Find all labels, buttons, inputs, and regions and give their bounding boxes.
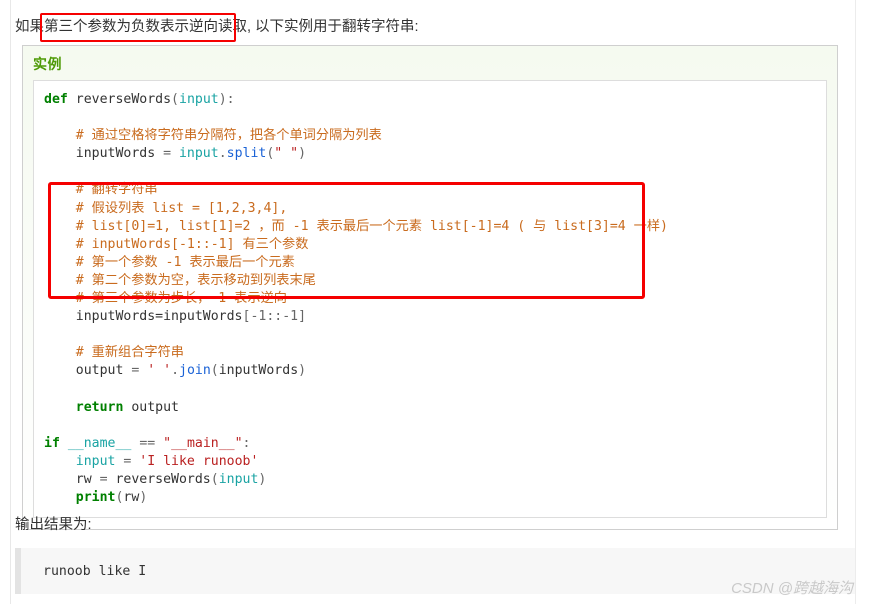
intro-prefix-text: 如果: [15, 19, 44, 35]
example-header-label: 实例: [33, 56, 62, 72]
code-token: =: [131, 363, 148, 379]
output-result-text: runoob like I: [43, 564, 147, 579]
code-token: rw: [44, 471, 100, 487]
code-token: ==: [131, 435, 164, 451]
code-token: input: [179, 92, 219, 107]
intro-suffix-text: 以下实例用于翻转字符串:: [251, 19, 419, 35]
code-token: ): [139, 490, 148, 506]
code-token: output: [123, 399, 179, 415]
code-token: (: [210, 363, 219, 379]
code-token: (: [210, 471, 219, 487]
code-token: if: [44, 435, 60, 451]
code-token: :: [242, 435, 251, 451]
code-token: ::: [266, 309, 283, 325]
code-token: (: [171, 92, 179, 107]
example-container: 实例 def reverseWords(input): # 通过空格将字符串分隔…: [22, 45, 838, 531]
code-token: =: [99, 471, 116, 487]
code-token: inputWords=inputWords: [44, 309, 243, 325]
code-token: # 第二个参数为空，表示移动到列表末尾: [44, 272, 316, 288]
code-token: inputWords: [44, 146, 164, 162]
page-left-divider: [10, 0, 11, 604]
code-token: print: [75, 490, 116, 506]
intro-highlighted-phrase: 第三个参数为负数表示逆向读取,: [44, 19, 252, 35]
code-token: # 假设列表 list = [1,2,3,4],: [44, 200, 288, 216]
code-token: .: [218, 146, 227, 162]
code-token: reverseWords: [115, 471, 211, 487]
intro-paragraph: 如果第三个参数为负数表示逆向读取, 以下实例用于翻转字符串:: [14, 0, 854, 37]
code-token: ' ': [147, 363, 172, 379]
code-token: input: [218, 471, 259, 487]
code-token: split: [226, 146, 267, 162]
code-token: # 第一个参数 -1 表示最后一个元素: [44, 254, 295, 270]
code-token: # 通过空格将字符串分隔符，把各个单词分隔为列表: [44, 128, 382, 144]
code-token: reverseWords: [67, 92, 172, 107]
code-token: # 第三个参数为步长，-1 表示逆向: [44, 291, 287, 307]
code-token: =: [163, 146, 179, 162]
page-right-divider: [855, 0, 856, 604]
python-source-code: def reverseWords(input): # 通过空格将字符串分隔符，把…: [44, 91, 818, 507]
code-token: inputWords: [218, 363, 299, 379]
code-token: =: [115, 453, 140, 469]
output-result-box: runoob like I: [15, 548, 855, 594]
code-token: rw: [123, 490, 140, 506]
code-token: return: [75, 399, 124, 415]
code-token: -1: [250, 309, 267, 325]
code-token: __name__: [67, 435, 132, 451]
code-token: -1: [282, 309, 299, 325]
code-token: output: [44, 363, 132, 379]
code-token: .: [171, 363, 180, 379]
code-token: # 翻转字符串: [44, 182, 158, 198]
code-token: " ": [274, 146, 299, 162]
csdn-watermark: CSDN @跨越海沟: [731, 580, 853, 597]
code-block: def reverseWords(input): # 通过空格将字符串分隔符，把…: [33, 80, 827, 519]
code-token: # inputWords[-1::-1] 有三个参数: [44, 236, 309, 252]
code-token: ): [258, 471, 267, 487]
code-token: def: [44, 92, 68, 107]
code-token: ]: [298, 309, 307, 325]
code-token: ):: [218, 92, 235, 107]
article-content: 如果第三个参数为负数表示逆向读取, 以下实例用于翻转字符串:: [14, 0, 854, 37]
code-token: # list[0]=1, list[1]=2 ，而 -1 表示最后一个元素 li…: [44, 218, 668, 234]
code-token: ): [298, 363, 307, 379]
output-caption: 输出结果为:: [15, 517, 92, 533]
article-page: 如果第三个参数为负数表示逆向读取, 以下实例用于翻转字符串: 实例 def re…: [0, 0, 871, 604]
code-token: ): [298, 146, 307, 162]
code-token: # 重新组合字符串: [44, 345, 184, 361]
code-token: 'I like runoob': [139, 453, 259, 469]
code-token: "__main__": [163, 435, 243, 451]
code-token: join: [179, 363, 211, 379]
code-token: input: [75, 453, 116, 469]
code-token: input: [178, 146, 219, 162]
